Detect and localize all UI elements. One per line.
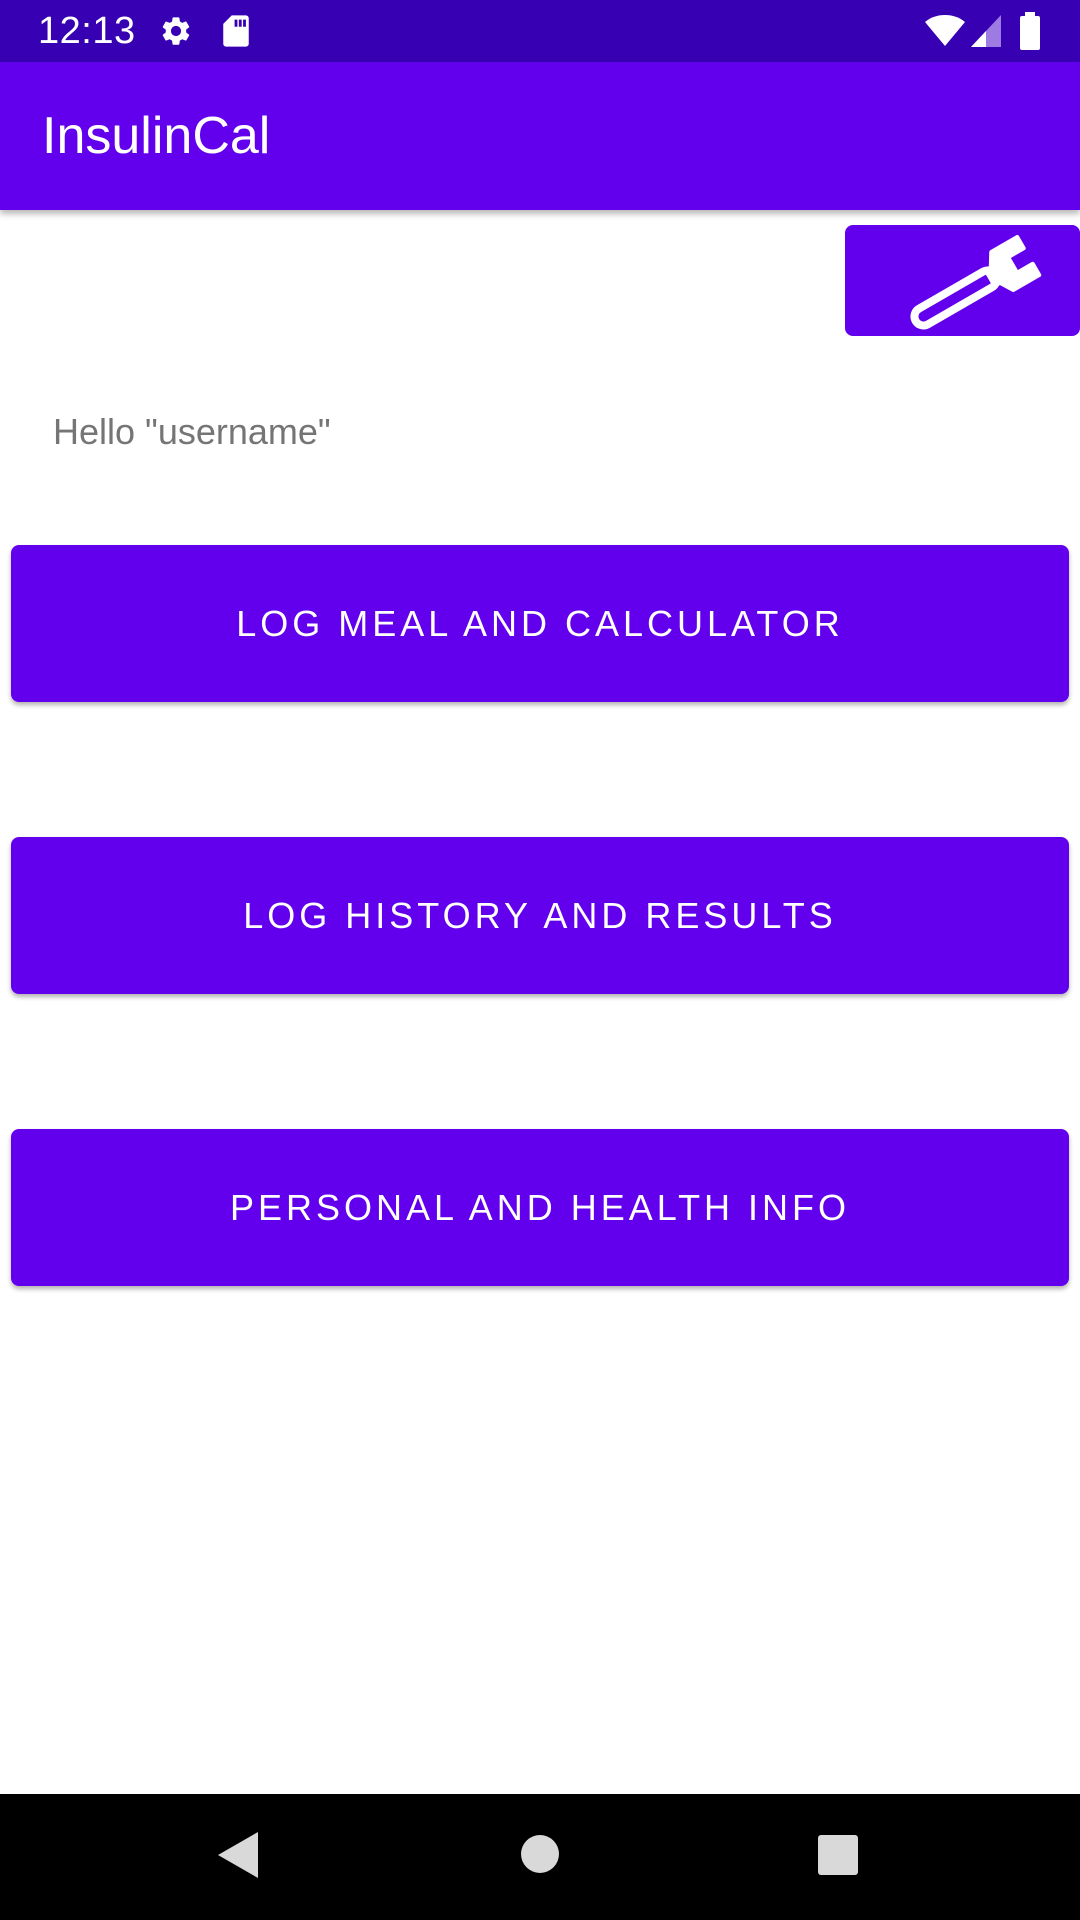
app-bar: InsulinCal bbox=[0, 62, 1080, 210]
settings-button[interactable] bbox=[845, 225, 1080, 336]
log-meal-button[interactable]: LOG MEAL AND CALCULATOR bbox=[11, 545, 1069, 702]
battery-icon bbox=[1020, 12, 1040, 50]
app-title: InsulinCal bbox=[42, 107, 271, 165]
status-time: 12:13 bbox=[38, 10, 136, 52]
personal-health-info-button[interactable]: PERSONAL AND HEALTH INFO bbox=[11, 1129, 1069, 1286]
gear-icon bbox=[162, 17, 190, 45]
navigation-bar bbox=[0, 1794, 1080, 1920]
wrench-icon bbox=[910, 234, 1042, 330]
back-icon[interactable] bbox=[216, 1830, 260, 1880]
greeting-text: Hello "username" bbox=[53, 411, 331, 452]
wifi-icon bbox=[925, 15, 965, 46]
cell-signal-icon bbox=[971, 15, 1001, 47]
home-icon[interactable] bbox=[520, 1834, 560, 1874]
recents-icon[interactable] bbox=[817, 1834, 859, 1876]
status-bar: 12:13 bbox=[0, 0, 1080, 62]
sd-card-icon bbox=[223, 15, 249, 47]
log-history-button[interactable]: LOG HISTORY AND RESULTS bbox=[11, 837, 1069, 994]
